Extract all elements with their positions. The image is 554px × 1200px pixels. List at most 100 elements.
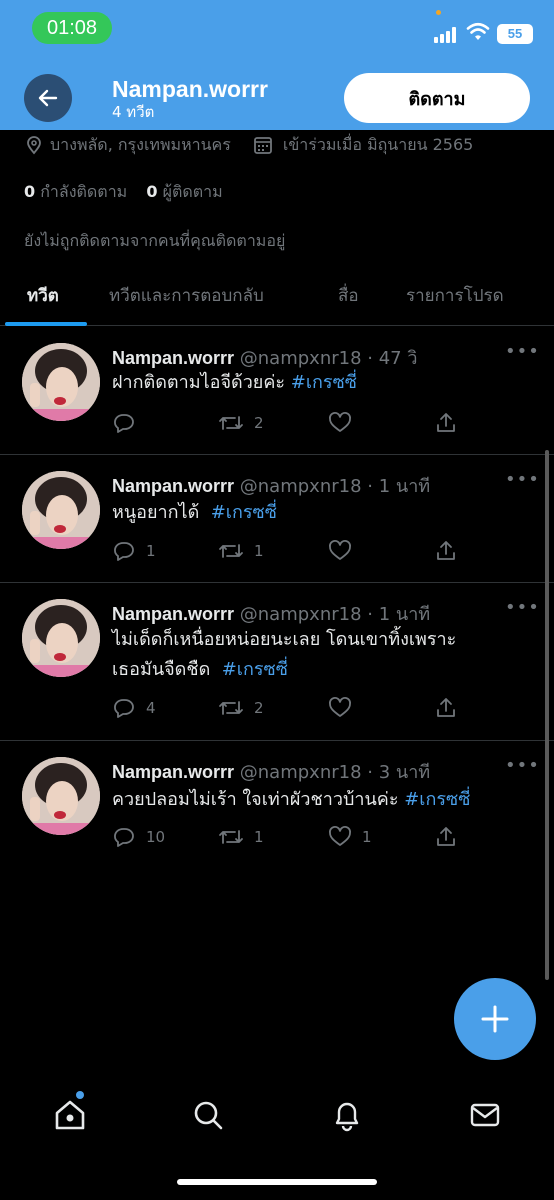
heart-icon	[329, 540, 351, 560]
avatar[interactable]	[22, 599, 100, 677]
share-button[interactable]	[434, 825, 468, 849]
followers-label: ผู้ติดตาม	[162, 182, 223, 201]
tweet-handle[interactable]: @nampxnr18	[240, 604, 362, 625]
tweet-text: ไม่เด็ดก็เหนื่อยหน่อยนะเลย โดนเขาทิ้งเพร…	[112, 625, 532, 685]
avatar[interactable]	[22, 757, 100, 835]
status-time: 01:08	[32, 12, 112, 44]
reply-count: 10	[146, 828, 166, 846]
followers-stat[interactable]: 0 ผู้ติดตาม	[146, 182, 222, 201]
tweet-author-name[interactable]: Nampan.worrr	[112, 348, 234, 368]
hashtag-link[interactable]: #เกรซซี่	[291, 372, 357, 393]
reply-count: 4	[146, 699, 156, 717]
follow-button[interactable]: ติดตาม	[344, 73, 530, 123]
tweet-item[interactable]: Nampan.worrr @nampxnr18 · 1 นาที ••• ไม่…	[0, 583, 554, 741]
more-dots-icon[interactable]: •••	[505, 469, 540, 490]
reply-button[interactable]: 4	[112, 696, 156, 720]
profile-header-bar: 01:08 55 Nampan.worrr 4 ทวีต ติดตาม	[0, 0, 554, 130]
hashtag-link[interactable]: #เกรซซี่	[404, 789, 470, 810]
tweet-time[interactable]: · 47 วิ	[367, 348, 417, 369]
nav-messages[interactable]	[468, 1098, 502, 1136]
hashtag-link[interactable]: #เกรซซี่	[211, 502, 277, 523]
arrow-left-icon	[38, 89, 58, 107]
tweet-author-name[interactable]: Nampan.worrr	[112, 604, 234, 624]
more-dots-icon[interactable]: •••	[505, 341, 540, 362]
retweet-icon	[219, 701, 243, 715]
tweet-time[interactable]: · 1 นาที	[367, 476, 430, 497]
location-pin-icon	[27, 136, 41, 155]
tweet-header: Nampan.worrr @nampxnr18 · 3 นาที	[112, 757, 430, 786]
like-button[interactable]	[328, 696, 362, 720]
retweet-button[interactable]: 2	[218, 411, 264, 435]
home-indicator[interactable]	[177, 1179, 377, 1185]
compose-tweet-button[interactable]	[454, 978, 536, 1060]
tweet-item[interactable]: Nampan.worrr @nampxnr18 · 47 วิ ••• ฝากต…	[0, 327, 554, 455]
tweet-actions: 4 2	[112, 696, 472, 720]
tweet-author-name[interactable]: Nampan.worrr	[112, 762, 234, 782]
retweet-button[interactable]: 1	[218, 539, 264, 563]
tweet-time[interactable]: · 1 นาที	[367, 604, 430, 625]
tweet-text: ควยปลอมไม่เร้า ใจเท่าผัวชาวบ้านค่ะ #เกรซ…	[112, 785, 532, 815]
tweet-handle[interactable]: @nampxnr18	[240, 476, 362, 497]
mail-icon	[470, 1103, 500, 1127]
profile-tabs: ทวีต ทวีตและการตอบกลับ สื่อ รายการโปรด	[0, 264, 554, 326]
reply-button[interactable]: 1	[112, 539, 156, 563]
nav-search[interactable]	[191, 1098, 225, 1136]
cellular-signal-icon	[434, 27, 458, 43]
search-icon	[194, 1101, 223, 1130]
heart-icon	[329, 697, 351, 717]
like-button[interactable]: 1	[328, 825, 372, 849]
reply-count: 1	[146, 542, 156, 560]
reply-button[interactable]	[112, 411, 146, 435]
tab-likes[interactable]: รายการโปรด	[406, 282, 504, 309]
retweet-button[interactable]: 1	[218, 825, 264, 849]
retweet-icon	[219, 416, 243, 430]
nav-notifications[interactable]	[330, 1098, 364, 1136]
following-stat[interactable]: 0 กำลังติดตาม	[24, 182, 127, 201]
bell-icon	[335, 1102, 359, 1132]
tweet-item[interactable]: Nampan.worrr @nampxnr18 · 3 นาที ••• ควย…	[0, 741, 554, 871]
nav-home[interactable]	[53, 1098, 87, 1136]
avatar[interactable]	[22, 471, 100, 549]
reply-icon	[114, 542, 134, 561]
share-icon	[437, 698, 455, 717]
battery-indicator: 55	[497, 24, 533, 44]
tweet-time[interactable]: · 3 นาที	[367, 762, 430, 783]
tweet-actions: 10 1 1	[112, 825, 472, 849]
like-button[interactable]	[328, 411, 362, 435]
like-button[interactable]	[328, 539, 362, 563]
reply-button[interactable]: 10	[112, 825, 165, 849]
tweet-handle[interactable]: @nampxnr18	[240, 762, 362, 783]
reply-icon	[114, 828, 134, 847]
follow-stats: 0 กำลังติดตาม 0 ผู้ติดตาม	[24, 180, 223, 205]
back-button[interactable]	[24, 74, 72, 122]
avatar[interactable]	[22, 343, 100, 421]
tab-media[interactable]: สื่อ	[338, 282, 359, 309]
plus-icon	[481, 1005, 509, 1033]
more-dots-icon[interactable]: •••	[505, 755, 540, 776]
retweet-icon	[219, 544, 243, 558]
retweet-button[interactable]: 2	[218, 696, 264, 720]
share-button[interactable]	[434, 411, 468, 435]
wifi-icon	[466, 22, 490, 40]
tweet-item[interactable]: Nampan.worrr @nampxnr18 · 1 นาที ••• หนู…	[0, 455, 554, 583]
following-count: 0	[24, 182, 36, 201]
tweet-author-name[interactable]: Nampan.worrr	[112, 476, 234, 496]
scrollbar[interactable]	[545, 450, 549, 980]
tweet-handle[interactable]: @nampxnr18	[240, 348, 362, 369]
tab-tweets[interactable]: ทวีต	[27, 282, 59, 309]
tweet-actions: 2	[112, 411, 472, 435]
tweet-header: Nampan.worrr @nampxnr18 · 1 นาที	[112, 471, 430, 500]
share-button[interactable]	[434, 696, 468, 720]
tab-tweets-and-replies[interactable]: ทวีตและการตอบกลับ	[109, 282, 264, 309]
retweet-icon	[219, 830, 243, 844]
tweet-body: ฝากติดตามไอจีด้วยค่ะ	[112, 372, 291, 393]
tweet-text: ฝากติดตามไอจีด้วยค่ะ #เกรซซี่	[112, 368, 532, 398]
avatar-photo	[22, 599, 100, 677]
home-notification-dot	[76, 1091, 84, 1099]
avatar-photo	[22, 471, 100, 549]
hashtag-link[interactable]: #เกรซซี่	[222, 659, 288, 680]
status-bar: 01:08 55	[0, 0, 554, 58]
share-button[interactable]	[434, 539, 468, 563]
share-icon	[437, 541, 455, 560]
more-dots-icon[interactable]: •••	[505, 597, 540, 618]
